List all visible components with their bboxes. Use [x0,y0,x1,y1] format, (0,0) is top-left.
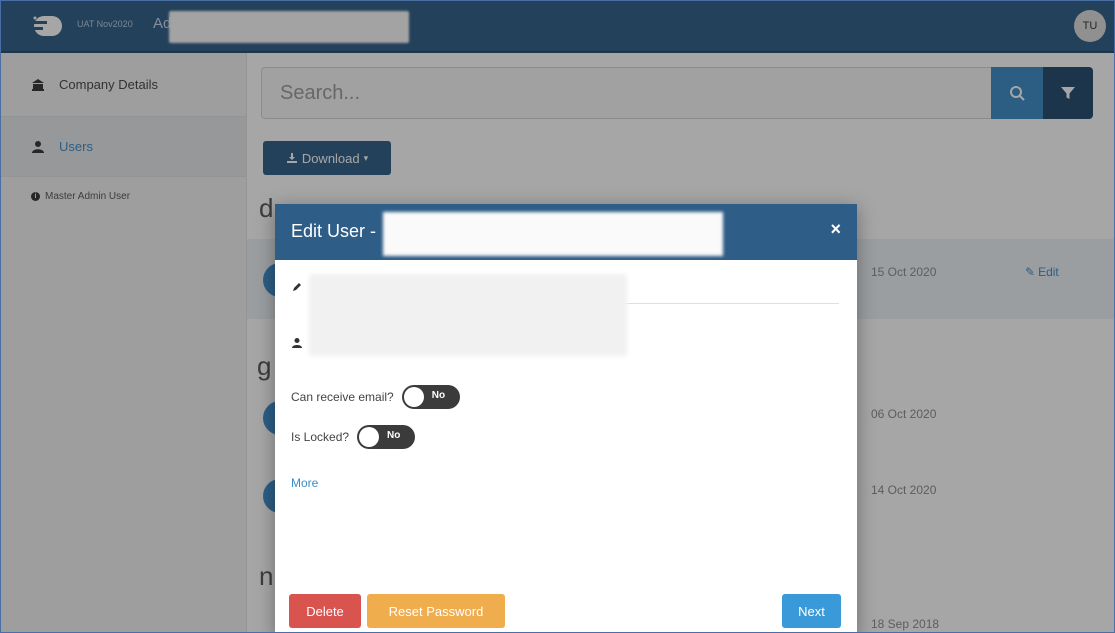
can-receive-email-toggle[interactable]: No [401,385,460,409]
reset-password-button[interactable]: Reset Password [367,594,505,628]
close-icon[interactable]: × [830,219,841,240]
redacted-username [383,212,723,256]
app-window: UAT Nov2020 Ad TU Company Details Users … [0,0,1115,633]
is-locked-toggle[interactable]: No [357,425,416,449]
redacted-user-details [309,274,627,356]
modal-title: Edit User - [291,221,377,241]
can-receive-email-label: Can receive email? [291,390,394,404]
toggle-knob [403,387,424,407]
delete-button[interactable]: Delete [289,594,361,628]
more-link[interactable]: More [291,476,318,490]
modal-header: Edit User - × [275,204,857,260]
toggle-value: No [431,390,446,401]
pencil-icon [291,281,303,293]
toggle-value: No [387,430,401,441]
user-icon [291,337,303,349]
next-button[interactable]: Next [782,594,841,628]
edit-user-modal: Edit User - × [275,204,857,632]
can-receive-email-row: Can receive email? No [291,385,460,409]
toggle-knob [359,427,380,447]
is-locked-label: Is Locked? [291,430,350,444]
is-locked-row: Is Locked? No [291,425,416,449]
